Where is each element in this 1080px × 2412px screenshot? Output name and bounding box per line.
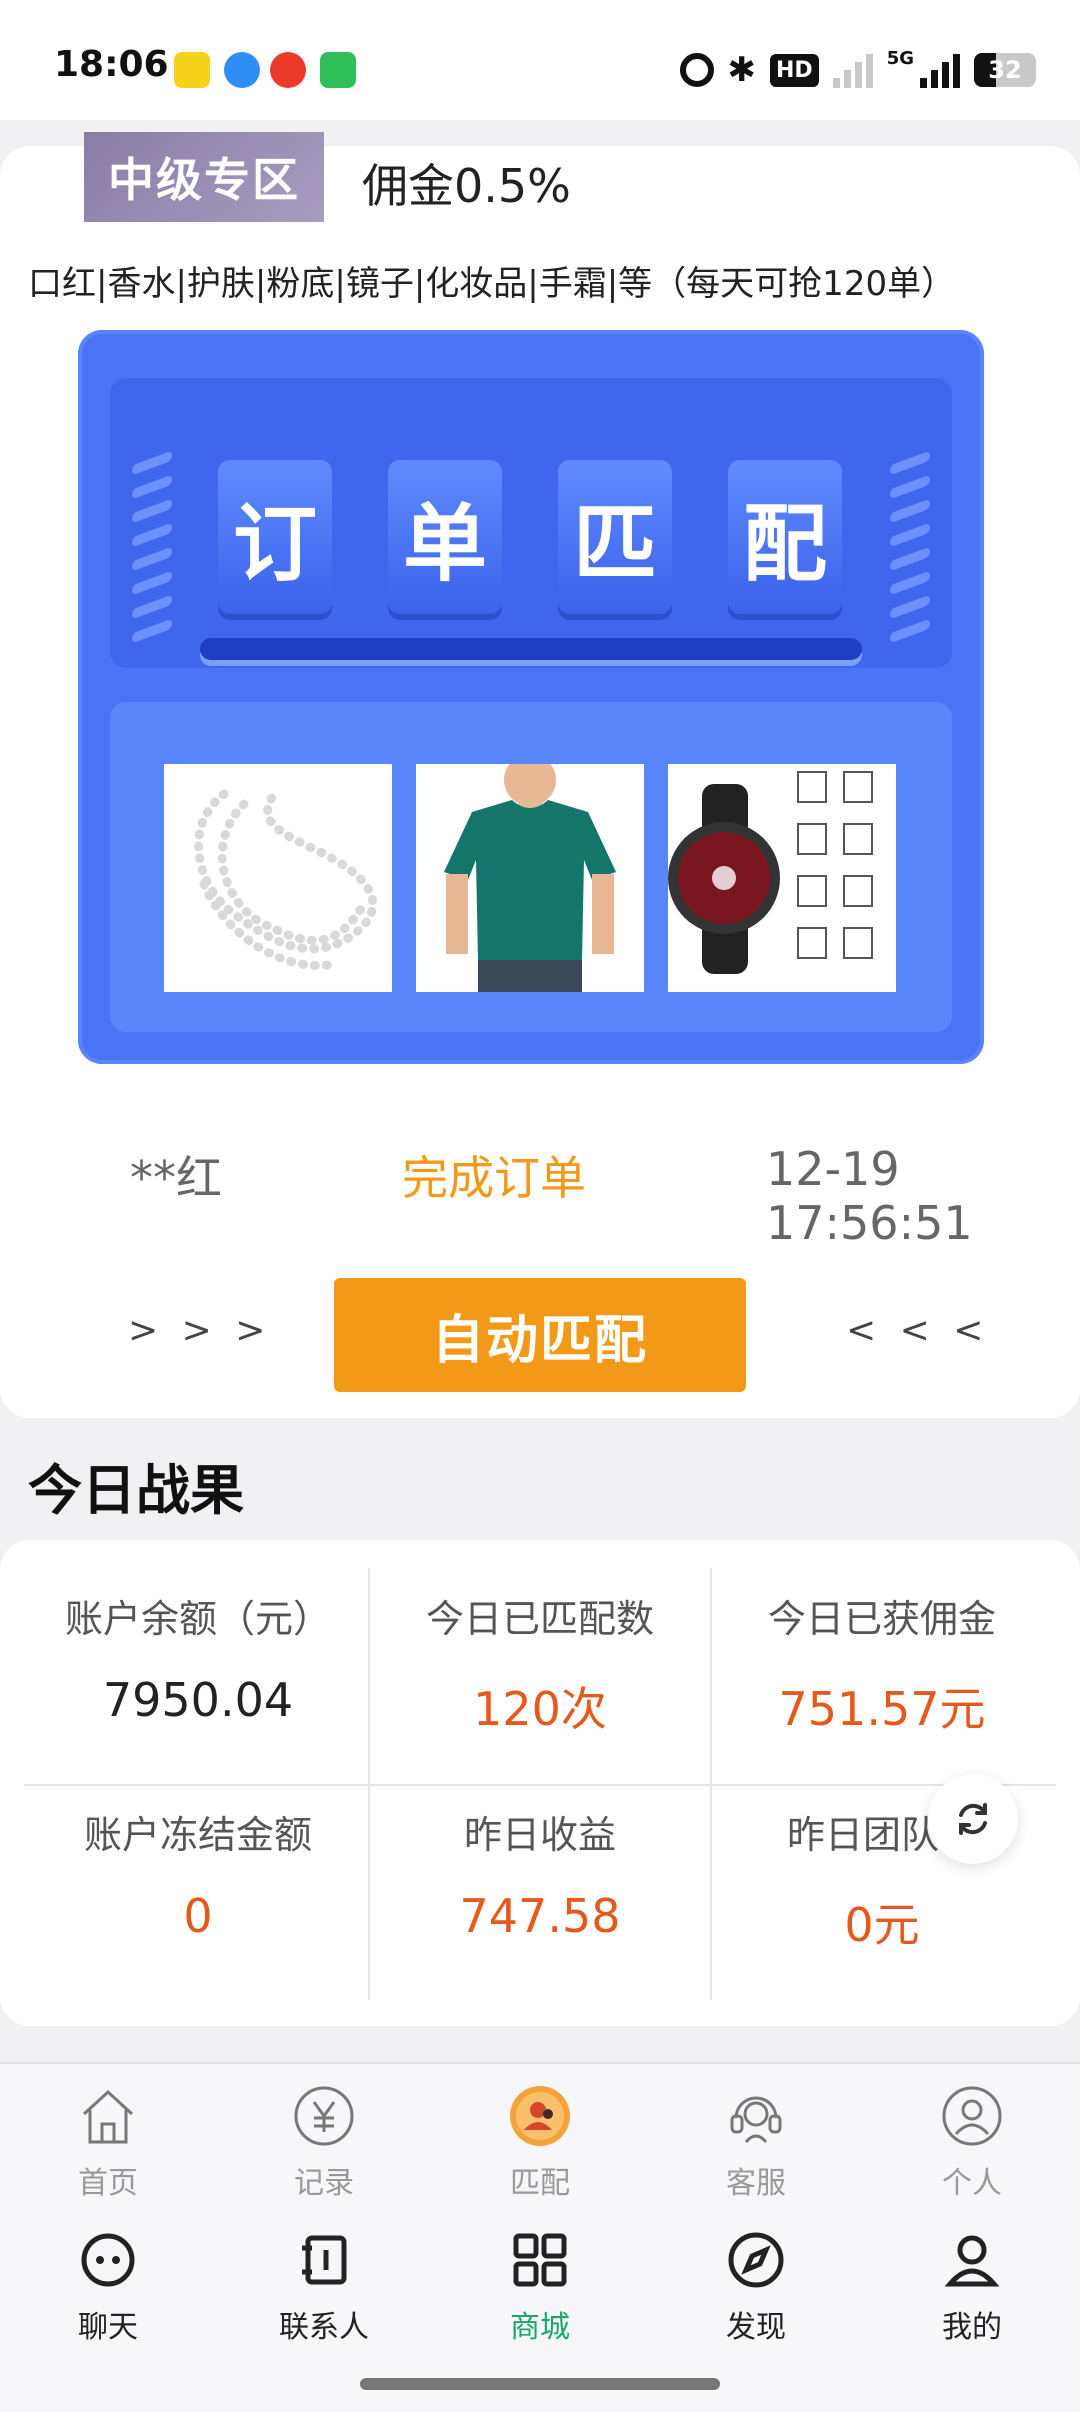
product-image-smartwatch — [668, 764, 896, 992]
category-list: 口红|香水|护肤|粉底|镜子|化妆品|手霜|等（每天可抢120单） — [28, 264, 956, 304]
refresh-icon — [959, 1803, 987, 1835]
hd-indicator: HD — [770, 53, 819, 87]
notification-taobao-icon — [270, 52, 306, 88]
chat-icon — [76, 2228, 140, 2292]
customer-service-icon — [724, 2084, 788, 2148]
stat-frozen-amount: 账户冻结金额 0 — [28, 1804, 368, 1943]
matcher-char-tile: 匹 — [558, 460, 672, 614]
bluetooth-icon: ✱ — [727, 50, 757, 90]
stat-value: 0 — [183, 1889, 213, 1943]
zone-badge: 中级专区 — [84, 132, 324, 222]
grid-icon — [508, 2228, 572, 2292]
compass-icon — [724, 2228, 788, 2292]
stat-value: 747.58 — [459, 1889, 621, 1943]
stat-value: 7950.04 — [102, 1673, 294, 1727]
stat-label: 账户冻结金额 — [83, 1813, 312, 1857]
nav-chat[interactable]: 聊天 — [38, 2228, 178, 2346]
stat-label: 今日已获佣金 — [767, 1597, 996, 1641]
nav-label: 首页 — [78, 2166, 138, 2201]
matcher-char-tile: 订 — [218, 460, 332, 614]
right-arrows: < < < — [846, 1310, 990, 1351]
matcher-slot — [200, 638, 862, 660]
nav-label: 我的 — [942, 2310, 1002, 2345]
nav-label: 商城 — [510, 2310, 570, 2345]
signal-strong-icon — [920, 52, 960, 88]
matcher-char-tile: 配 — [728, 460, 842, 614]
stats-divider — [24, 1784, 1056, 1786]
battery-icon: 32 — [974, 53, 1036, 87]
nav-records[interactable]: 记录 — [254, 2084, 394, 2202]
order-time: 12-19 17:56:51 — [766, 1142, 973, 1250]
home-icon — [76, 2084, 140, 2148]
stat-value: 120次 — [473, 1682, 607, 1736]
network-type: 5G — [886, 48, 914, 69]
order-user: **红 — [130, 1151, 222, 1205]
nav-label: 匹配 — [510, 2166, 570, 2201]
left-grille — [132, 450, 172, 644]
auto-match-button[interactable]: 自动匹配 — [334, 1278, 746, 1392]
nav-label: 客服 — [726, 2166, 786, 2201]
nav-contacts[interactable]: 联系人 — [254, 2228, 394, 2346]
nav-service[interactable]: 客服 — [686, 2084, 826, 2202]
status-bar: 18:06 ✱ HD 5G 32 — [0, 0, 1080, 120]
nav-label: 联系人 — [279, 2310, 369, 2345]
matcher-char-tile: 单 — [388, 460, 502, 614]
stat-account-balance: 账户余额（元） 7950.04 — [28, 1588, 368, 1727]
nav-discover[interactable]: 发现 — [686, 2228, 826, 2346]
stats-card: 账户余额（元） 7950.04 今日已匹配数 120次 今日已获佣金 751.5… — [0, 1540, 1080, 2026]
stat-matched-today: 今日已匹配数 120次 — [370, 1588, 710, 1739]
home-indicator[interactable] — [360, 2378, 720, 2390]
stat-commission-today: 今日已获佣金 751.57元 — [712, 1588, 1052, 1739]
product-image-pearl-necklace — [164, 764, 392, 992]
notification-app-icon — [224, 52, 260, 88]
nav-match[interactable]: 匹配 — [470, 2084, 610, 2202]
nav-mall[interactable]: 商城 — [470, 2228, 610, 2346]
status-time: 18:06 — [54, 44, 169, 85]
left-arrows: > > > — [128, 1310, 272, 1351]
stat-label: 今日已匹配数 — [425, 1597, 654, 1641]
stat-yesterday-income: 昨日收益 747.58 — [370, 1804, 710, 1943]
alarm-icon — [679, 53, 714, 87]
notification-message-icon — [320, 52, 356, 88]
nav-label: 个人 — [942, 2166, 1002, 2201]
stat-label: 昨日收益 — [463, 1813, 616, 1857]
section-title-today-results: 今日战果 — [28, 1459, 244, 1522]
match-icon — [508, 2084, 572, 2148]
nav-profile[interactable]: 个人 — [902, 2084, 1042, 2202]
right-grille — [890, 450, 930, 644]
nav-label: 发现 — [726, 2310, 786, 2345]
nav-label: 聊天 — [78, 2310, 138, 2345]
yen-icon — [292, 2084, 356, 2148]
nav-label: 记录 — [294, 2166, 354, 2201]
stat-label: 账户余额（元） — [64, 1597, 331, 1641]
notification-app-icon — [174, 52, 210, 88]
signal-weak-icon — [832, 52, 873, 88]
nav-home[interactable]: 首页 — [38, 2084, 178, 2202]
person-icon — [940, 2228, 1004, 2292]
stat-value: 0元 — [844, 1898, 920, 1952]
stat-value: 751.57元 — [778, 1682, 986, 1736]
order-matcher-machine: 订 单 匹 配 — [78, 330, 984, 1064]
refresh-button[interactable] — [928, 1774, 1018, 1864]
matcher-display-panel: 订 单 匹 配 — [110, 378, 952, 668]
nav-me[interactable]: 我的 — [902, 2228, 1042, 2346]
battery-level: 32 — [988, 56, 1022, 84]
order-status: 完成订单 — [402, 1151, 586, 1205]
contacts-icon — [292, 2228, 356, 2292]
commission-rate: 佣金0.5% — [362, 159, 571, 213]
user-circle-icon — [940, 2084, 1004, 2148]
product-image-green-tshirt — [416, 764, 644, 992]
app-bottom-nav: 首页 记录 匹配 客服 个人 — [0, 2062, 1080, 2218]
